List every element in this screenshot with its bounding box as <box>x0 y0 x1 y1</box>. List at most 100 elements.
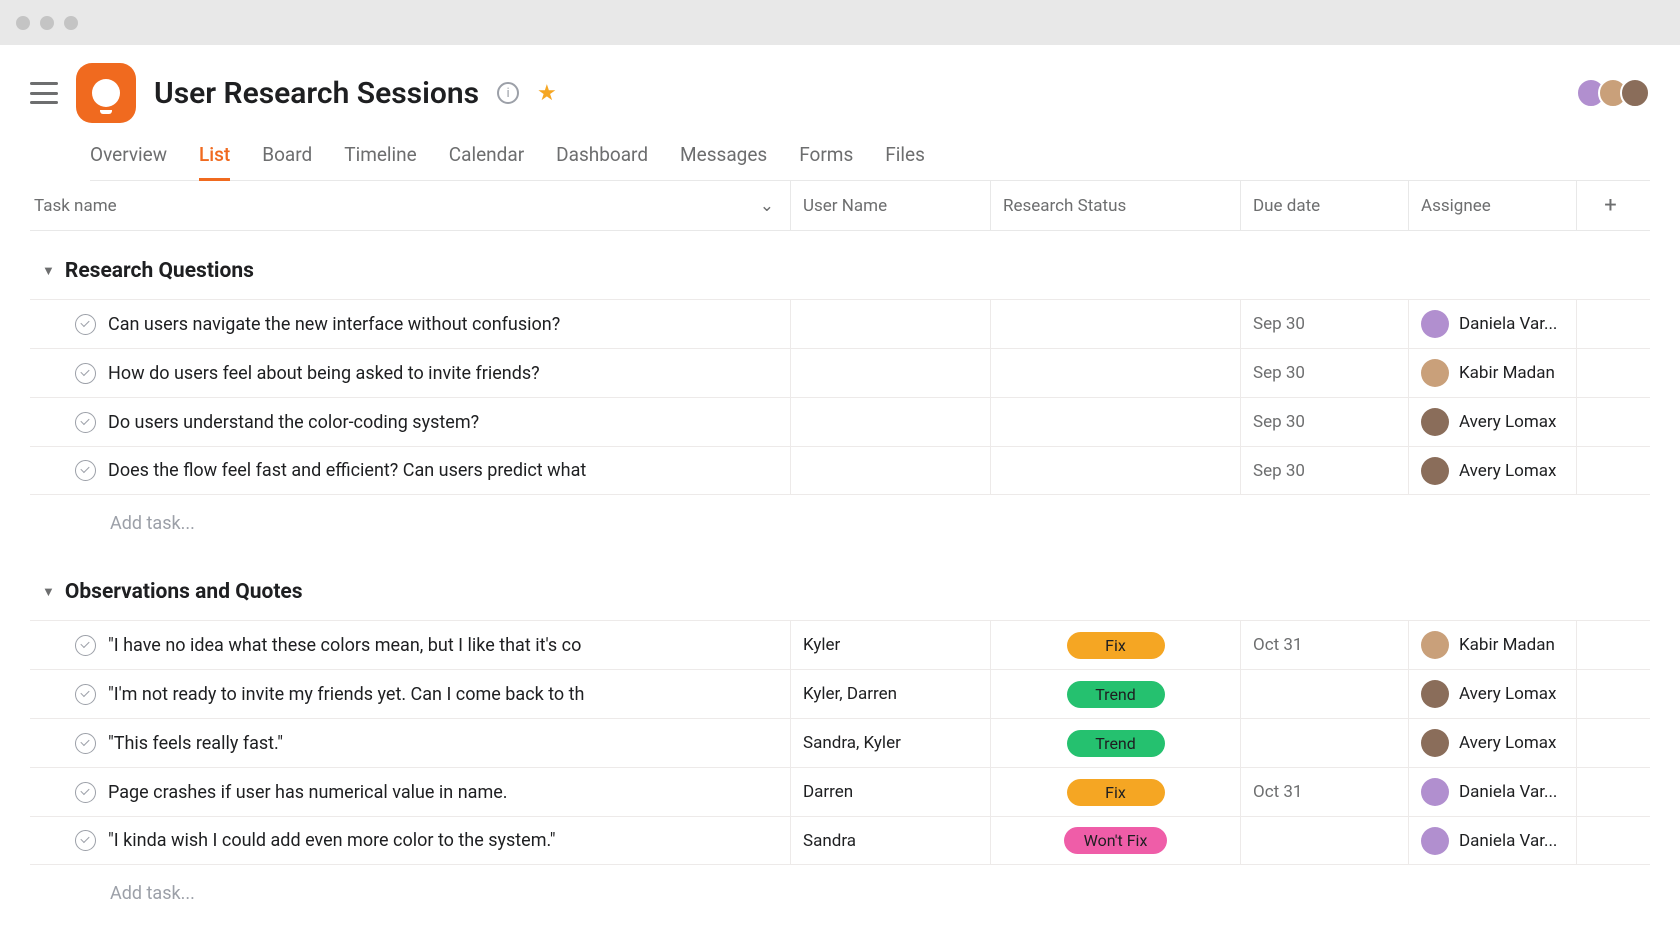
assignee-cell[interactable]: Kabir Madan <box>1408 621 1576 669</box>
info-icon[interactable]: i <box>497 82 519 104</box>
user-name-cell[interactable] <box>790 447 990 494</box>
status-cell[interactable]: Fix <box>990 768 1240 816</box>
task-name-cell[interactable]: Do users understand the color-coding sys… <box>30 398 790 446</box>
check-circle-icon[interactable] <box>75 782 96 803</box>
status-cell[interactable] <box>990 300 1240 348</box>
column-research-status[interactable]: Research Status <box>990 181 1240 230</box>
check-circle-icon[interactable] <box>75 635 96 656</box>
check-circle-icon[interactable] <box>75 684 96 705</box>
due-date-cell[interactable] <box>1240 670 1408 718</box>
task-name-cell[interactable]: "I kinda wish I could add even more colo… <box>30 817 790 864</box>
check-circle-icon[interactable] <box>75 733 96 754</box>
status-cell[interactable]: Trend <box>990 719 1240 767</box>
check-circle-icon[interactable] <box>75 363 96 384</box>
check-circle-icon[interactable] <box>75 460 96 481</box>
status-pill[interactable]: Trend <box>1067 681 1165 708</box>
tab-board[interactable]: Board <box>262 139 312 180</box>
user-name-cell[interactable]: Darren <box>790 768 990 816</box>
status-cell[interactable]: Trend <box>990 670 1240 718</box>
due-date-cell[interactable]: Oct 31 <box>1240 621 1408 669</box>
tab-messages[interactable]: Messages <box>680 139 767 180</box>
window-dot-minimize[interactable] <box>40 16 54 30</box>
user-name-cell[interactable]: Kyler, Darren <box>790 670 990 718</box>
check-circle-icon[interactable] <box>75 412 96 433</box>
task-row[interactable]: "I have no idea what these colors mean, … <box>30 620 1650 669</box>
user-name-cell[interactable]: Kyler <box>790 621 990 669</box>
user-name-cell[interactable] <box>790 300 990 348</box>
row-end-cell <box>1576 300 1644 348</box>
assignee-cell[interactable]: Avery Lomax <box>1408 719 1576 767</box>
column-task-name[interactable]: Task name ⌄ <box>30 196 790 216</box>
task-row[interactable]: Page crashes if user has numerical value… <box>30 767 1650 816</box>
task-name-cell[interactable]: Does the flow feel fast and efficient? C… <box>30 447 790 494</box>
column-assignee[interactable]: Assignee <box>1408 181 1576 230</box>
task-name-cell[interactable]: "I'm not ready to invite my friends yet.… <box>30 670 790 718</box>
status-pill[interactable]: Trend <box>1067 730 1165 757</box>
caret-down-icon[interactable]: ▼ <box>42 263 55 279</box>
add-task-button[interactable]: Add task... <box>30 865 1650 922</box>
user-name-cell[interactable] <box>790 398 990 446</box>
user-name-cell[interactable] <box>790 349 990 397</box>
assignee-cell[interactable]: Daniela Var... <box>1408 300 1576 348</box>
status-cell[interactable] <box>990 447 1240 494</box>
star-icon[interactable]: ★ <box>537 81 557 106</box>
status-cell[interactable]: Fix <box>990 621 1240 669</box>
task-row[interactable]: How do users feel about being asked to i… <box>30 348 1650 397</box>
status-cell[interactable] <box>990 349 1240 397</box>
status-pill[interactable]: Won't Fix <box>1064 827 1168 854</box>
status-cell[interactable] <box>990 398 1240 446</box>
assignee-cell[interactable]: Kabir Madan <box>1408 349 1576 397</box>
tab-calendar[interactable]: Calendar <box>449 139 524 180</box>
tab-list[interactable]: List <box>199 139 230 180</box>
tab-overview[interactable]: Overview <box>90 139 167 180</box>
task-row[interactable]: Can users navigate the new interface wit… <box>30 299 1650 348</box>
task-name-cell[interactable]: "I have no idea what these colors mean, … <box>30 621 790 669</box>
column-due-date[interactable]: Due date <box>1240 181 1408 230</box>
tab-timeline[interactable]: Timeline <box>344 139 417 180</box>
task-row[interactable]: Do users understand the color-coding sys… <box>30 397 1650 446</box>
task-row[interactable]: "I'm not ready to invite my friends yet.… <box>30 669 1650 718</box>
member-avatars[interactable] <box>1584 78 1650 108</box>
status-cell[interactable]: Won't Fix <box>990 817 1240 864</box>
chevron-down-icon[interactable]: ⌄ <box>760 196 774 216</box>
window-dot-zoom[interactable] <box>64 16 78 30</box>
task-name-cell[interactable]: Page crashes if user has numerical value… <box>30 768 790 816</box>
task-name-cell[interactable]: "This feels really fast." <box>30 719 790 767</box>
add-task-button[interactable]: Add task... <box>30 495 1650 552</box>
project-icon[interactable] <box>76 63 136 123</box>
section-header[interactable]: ▼Research Questions <box>30 231 1650 299</box>
assignee-cell[interactable]: Daniela Var... <box>1408 768 1576 816</box>
check-circle-icon[interactable] <box>75 830 96 851</box>
due-date-cell[interactable]: Sep 30 <box>1240 447 1408 494</box>
check-circle-icon[interactable] <box>75 314 96 335</box>
due-date-cell[interactable]: Sep 30 <box>1240 349 1408 397</box>
task-row[interactable]: "This feels really fast."Sandra, Kyler Tr… <box>30 718 1650 767</box>
section-header[interactable]: ▼Observations and Quotes <box>30 552 1650 620</box>
task-row[interactable]: "I kinda wish I could add even more colo… <box>30 816 1650 865</box>
column-user-name[interactable]: User Name <box>790 181 990 230</box>
assignee-cell[interactable]: Daniela Var... <box>1408 817 1576 864</box>
task-name-cell[interactable]: Can users navigate the new interface wit… <box>30 300 790 348</box>
tab-forms[interactable]: Forms <box>799 139 853 180</box>
task-row[interactable]: Does the flow feel fast and efficient? C… <box>30 446 1650 495</box>
caret-down-icon[interactable]: ▼ <box>42 584 55 600</box>
due-date-cell[interactable]: Sep 30 <box>1240 398 1408 446</box>
assignee-cell[interactable]: Avery Lomax <box>1408 398 1576 446</box>
menu-icon[interactable] <box>30 82 58 104</box>
tab-files[interactable]: Files <box>885 139 925 180</box>
user-name-cell[interactable]: Sandra, Kyler <box>790 719 990 767</box>
task-name-cell[interactable]: How do users feel about being asked to i… <box>30 349 790 397</box>
due-date-cell[interactable]: Sep 30 <box>1240 300 1408 348</box>
status-pill[interactable]: Fix <box>1067 632 1165 659</box>
window-dot-close[interactable] <box>16 16 30 30</box>
member-avatar[interactable] <box>1620 78 1650 108</box>
due-date-cell[interactable]: Oct 31 <box>1240 768 1408 816</box>
due-date-cell[interactable] <box>1240 719 1408 767</box>
status-pill[interactable]: Fix <box>1067 779 1165 806</box>
tab-dashboard[interactable]: Dashboard <box>556 139 648 180</box>
assignee-cell[interactable]: Avery Lomax <box>1408 670 1576 718</box>
user-name-cell[interactable]: Sandra <box>790 817 990 864</box>
add-column-button[interactable]: + <box>1576 181 1644 230</box>
due-date-cell[interactable] <box>1240 817 1408 864</box>
assignee-cell[interactable]: Avery Lomax <box>1408 447 1576 494</box>
